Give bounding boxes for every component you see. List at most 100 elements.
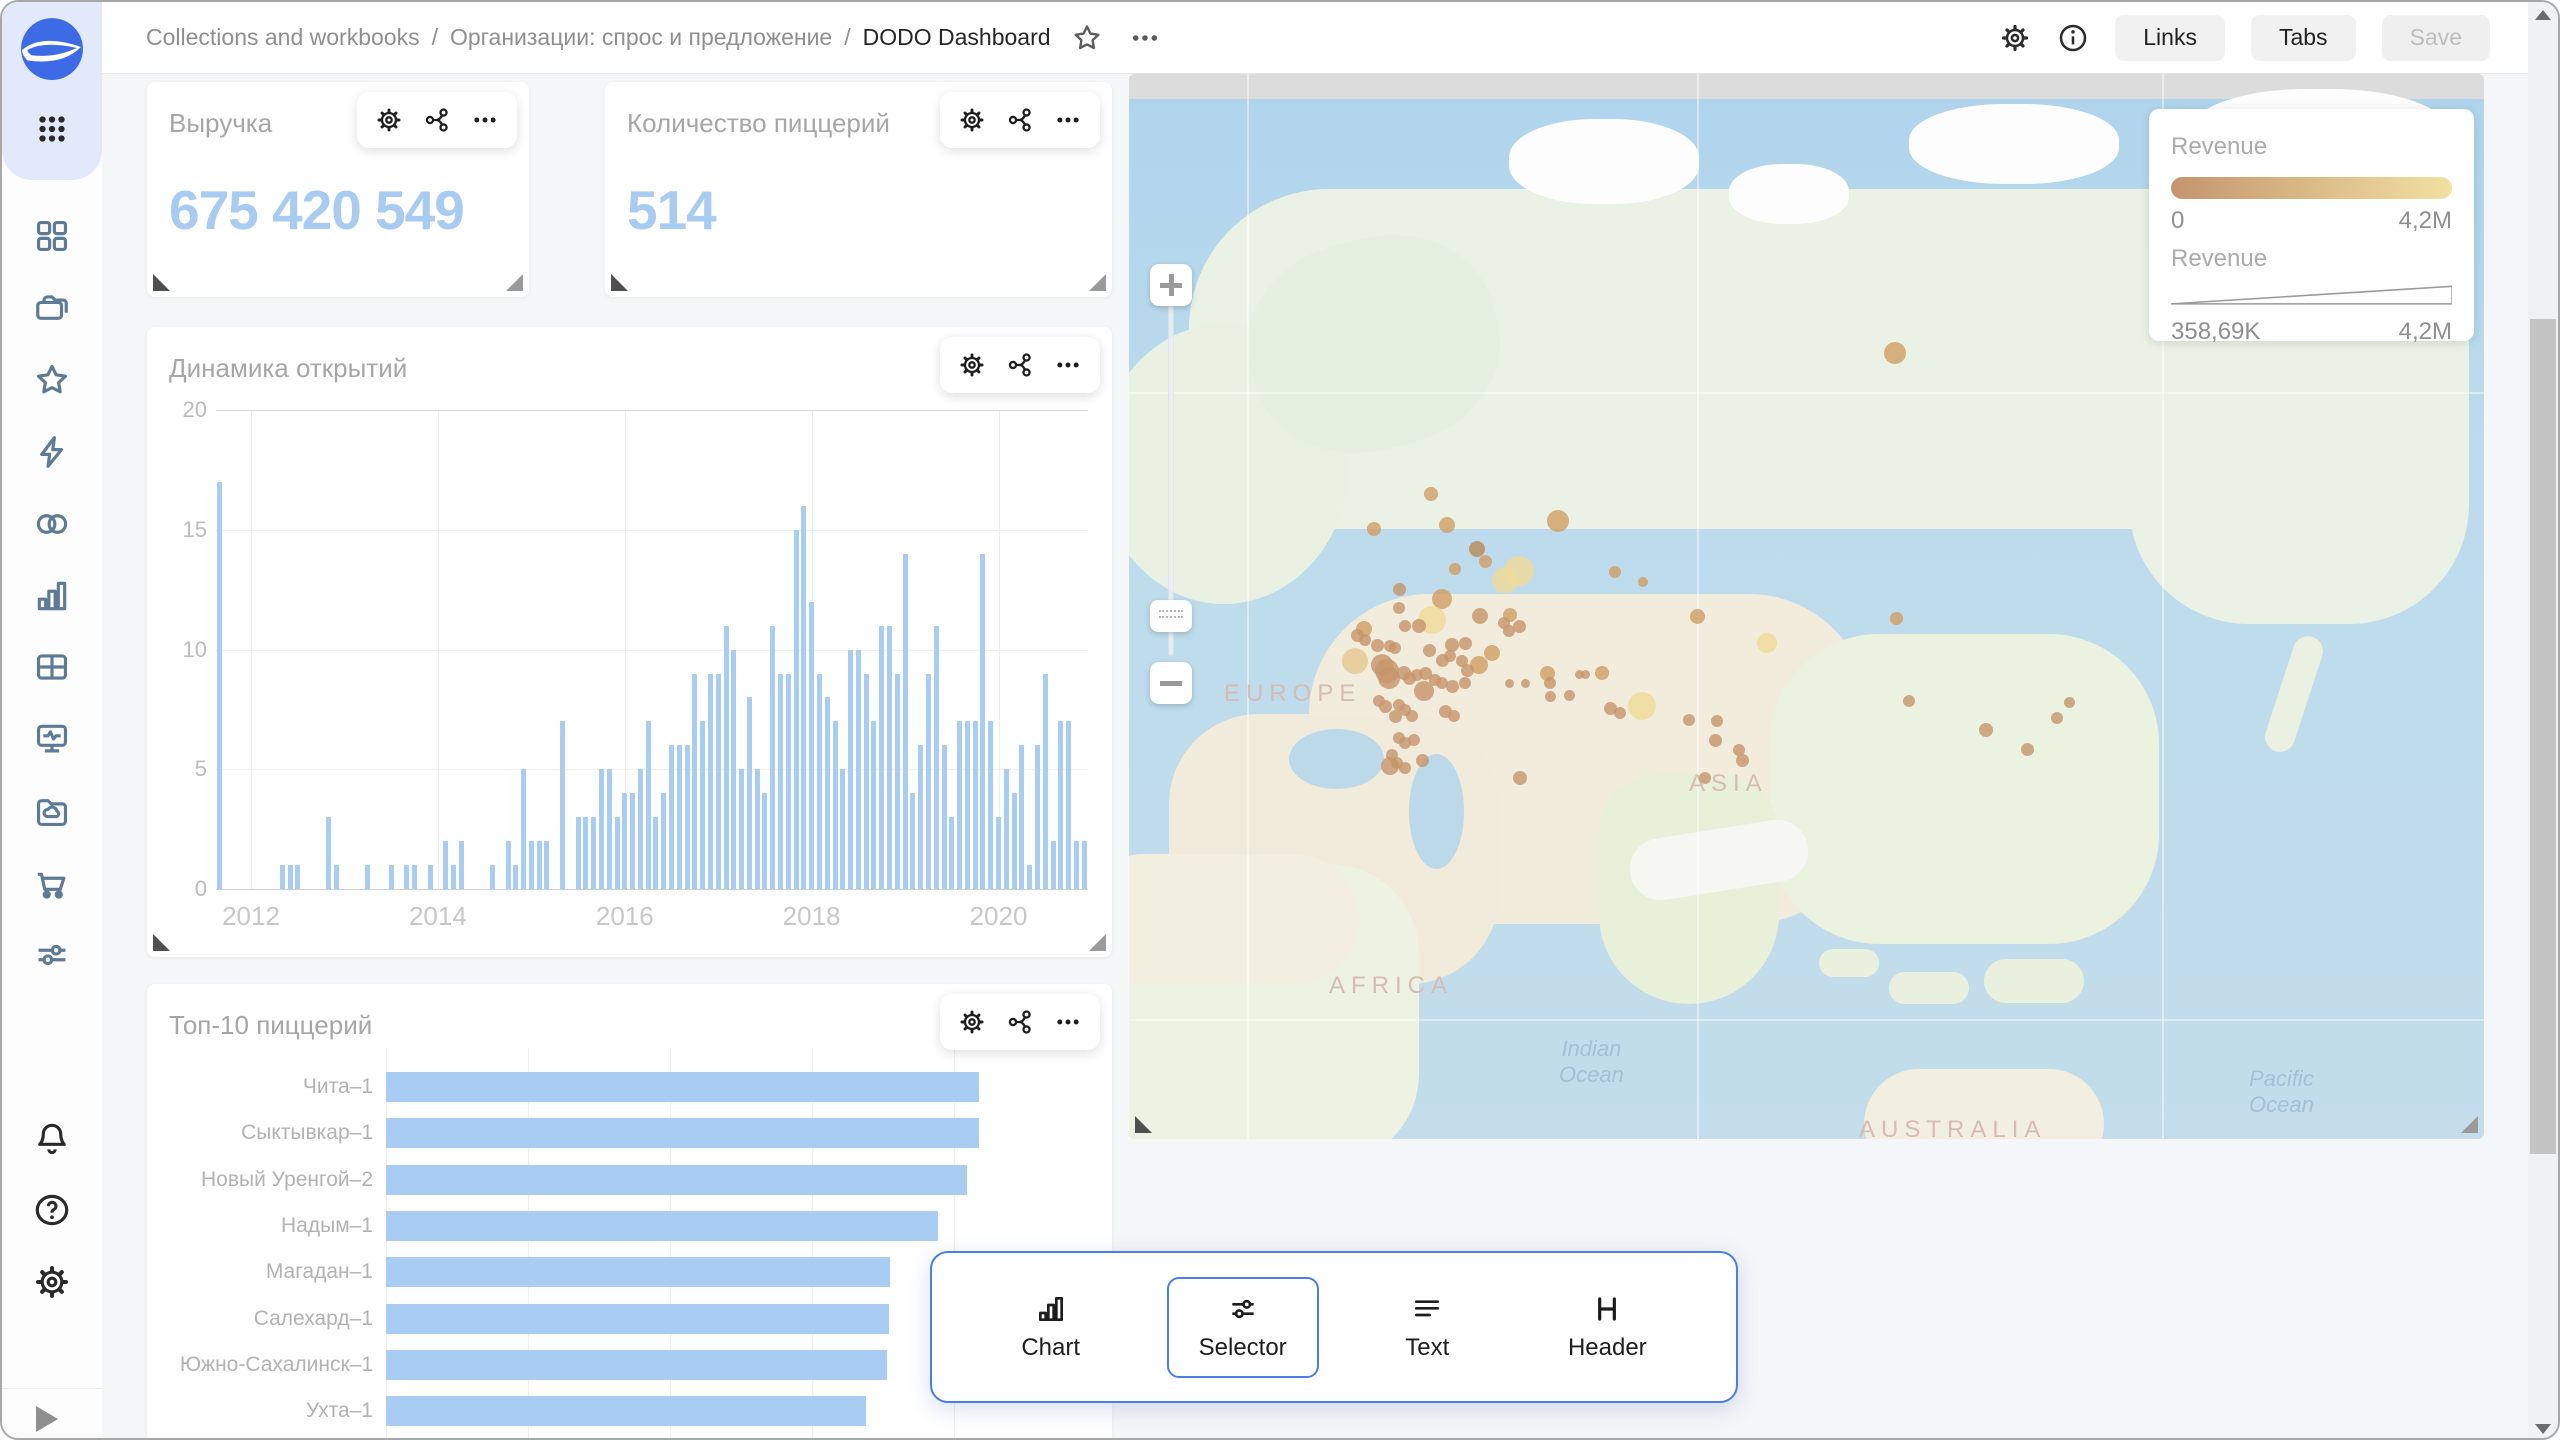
tabs-button[interactable]: Tabs [2251, 15, 2356, 61]
scrollbar-thumb[interactable] [2530, 319, 2556, 1154]
resize-handle[interactable] [1135, 1116, 1152, 1133]
add-selector-button[interactable]: Selector [1167, 1277, 1319, 1378]
breadcrumb-workbook[interactable]: Организации: спрос и предложение [450, 24, 832, 51]
month-bar [926, 674, 931, 890]
resize-handle[interactable] [1089, 934, 1106, 951]
arctic-island [1729, 164, 1849, 224]
land-island [1889, 972, 1969, 1004]
monitoring-icon[interactable] [33, 720, 71, 758]
dashboard-settings-gear-icon[interactable] [1999, 22, 2031, 54]
service-settings-sliders-icon[interactable] [33, 936, 71, 974]
zoom-out-button[interactable] [1150, 662, 1192, 704]
x-axis-tick: 2012 [222, 901, 280, 932]
resize-handle[interactable] [1089, 274, 1106, 291]
widget-toolbar [940, 337, 1100, 393]
widget-more-icon[interactable] [1054, 106, 1082, 134]
widget-title: Количество пиццерий [627, 108, 890, 139]
revenue-bubble [1449, 563, 1461, 575]
graticule [1129, 1019, 2484, 1021]
month-bar [669, 745, 674, 889]
month-bar [443, 841, 448, 889]
more-menu-icon[interactable] [1129, 22, 1161, 54]
widget-settings-gear-icon[interactable] [958, 351, 986, 379]
resize-handle[interactable] [2461, 1116, 2478, 1133]
graticule [1129, 392, 2484, 394]
month-bar [1043, 674, 1048, 890]
resize-handle[interactable] [506, 274, 523, 291]
widget-more-icon[interactable] [471, 106, 499, 134]
notifications-bell-icon[interactable] [33, 1119, 71, 1157]
resize-handle[interactable] [153, 934, 170, 951]
widget-more-icon[interactable] [1054, 1008, 1082, 1036]
month-bar [685, 745, 690, 889]
zoom-in-button[interactable] [1150, 264, 1192, 306]
links-button[interactable]: Links [2115, 15, 2225, 61]
month-bar [1035, 745, 1040, 889]
marketplace-cart-icon[interactable] [33, 864, 71, 902]
charts-icon[interactable] [33, 577, 71, 615]
connections-icon[interactable] [33, 505, 71, 543]
map-place-label: EUROPE [1224, 680, 1361, 708]
month-bar [599, 769, 604, 889]
land-sahara [1129, 854, 1359, 984]
dynamics-bar-chart[interactable] [216, 410, 1088, 889]
datalens-logo-icon[interactable] [19, 16, 85, 82]
scroll-down-arrow-icon[interactable] [2535, 1424, 2551, 1434]
revenue-bubble [1446, 680, 1459, 693]
widget-settings-gear-icon[interactable] [375, 106, 403, 134]
revenue-bubble [1412, 619, 1426, 633]
add-header-button[interactable]: Header [1536, 1277, 1679, 1378]
revenue-bubble [1564, 690, 1575, 701]
arctic-island [1909, 104, 2119, 184]
resize-handle[interactable] [153, 274, 170, 291]
month-bar [864, 674, 869, 890]
add-chart-button[interactable]: Chart [989, 1277, 1112, 1378]
revenue-bubble [1505, 679, 1514, 688]
widget-settings-gear-icon[interactable] [958, 106, 986, 134]
month-bar [786, 674, 791, 890]
revenue-bubble [2051, 712, 2063, 724]
dashboards-icon[interactable] [33, 217, 71, 255]
revenue-value: 675 420 549 [169, 178, 464, 242]
apps-grid-icon[interactable] [33, 110, 71, 148]
month-bar [1004, 769, 1009, 889]
tables-icon[interactable] [33, 648, 71, 686]
land-east-asia [1769, 634, 2159, 944]
selector-icon [1227, 1293, 1259, 1325]
widget-relations-icon[interactable] [1006, 1008, 1034, 1036]
caspian-sea [1409, 754, 1464, 869]
add-text-button[interactable]: Text [1373, 1277, 1481, 1378]
widget-more-icon[interactable] [1054, 351, 1082, 379]
resize-handle[interactable] [611, 274, 628, 291]
scroll-up-arrow-icon[interactable] [2535, 10, 2551, 20]
favorite-star-icon[interactable] [1071, 22, 1103, 54]
revenue-bubble [1903, 695, 1915, 707]
revenue-bubble [1492, 567, 1518, 593]
expand-sidebar-icon[interactable] [36, 1406, 58, 1432]
settings-gear-icon[interactable] [33, 1263, 71, 1301]
widget-relations-icon[interactable] [1006, 351, 1034, 379]
month-bar [646, 721, 651, 889]
map-widget[interactable]: EUROPEASIAAFRICAAUSTRALIAIndian OceanPac… [1129, 74, 2484, 1139]
x-axis-tick: 2016 [596, 901, 654, 932]
cloud-folder-icon[interactable] [33, 792, 71, 830]
quick-actions-lightning-icon[interactable] [33, 433, 71, 471]
revenue-bubble [1424, 487, 1438, 501]
month-bar [661, 793, 666, 889]
collections-icon[interactable] [33, 289, 71, 327]
breadcrumb-collections[interactable]: Collections and workbooks [146, 24, 420, 51]
revenue-bubble [1736, 754, 1749, 767]
zoom-slider-handle[interactable] [1150, 600, 1192, 632]
widget-settings-gear-icon[interactable] [958, 1008, 986, 1036]
info-icon[interactable] [2057, 22, 2089, 54]
page-scrollbar[interactable] [2528, 2, 2558, 1440]
save-button[interactable]: Save [2382, 15, 2490, 61]
help-icon[interactable] [33, 1191, 71, 1229]
month-bar [879, 626, 884, 889]
widget-toolbar [940, 994, 1100, 1050]
favorites-star-icon[interactable] [33, 361, 71, 399]
month-bar [1058, 721, 1063, 889]
widget-relations-icon[interactable] [1006, 106, 1034, 134]
revenue-bubble [1423, 644, 1436, 657]
widget-relations-icon[interactable] [423, 106, 451, 134]
